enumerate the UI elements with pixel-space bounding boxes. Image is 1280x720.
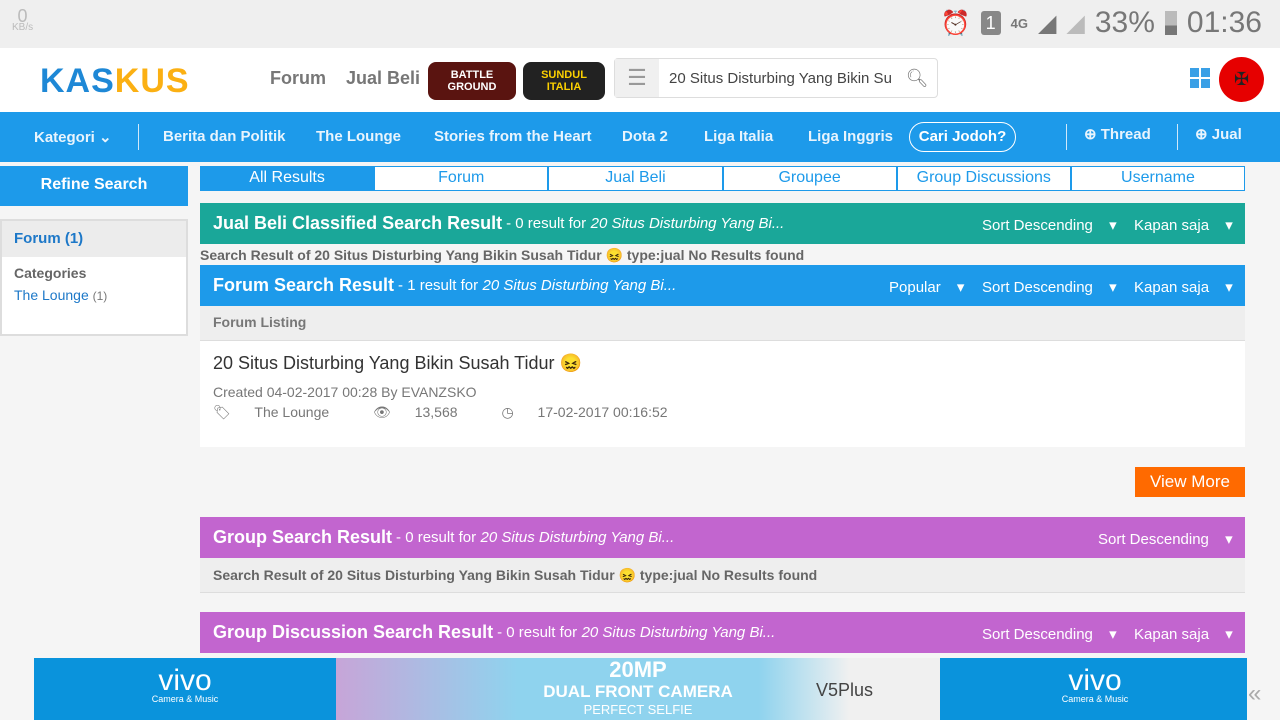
advertisement-banner[interactable]: vivo Camera & Music 20MP DUAL FRONT CAMER… xyxy=(34,658,1247,720)
forum-result-header: Forum Search Result - 1 result for 20 Sit… xyxy=(200,265,1245,306)
search-input[interactable] xyxy=(659,69,897,87)
eye-icon: 👁︎ xyxy=(373,404,391,420)
nav-forum[interactable]: Forum xyxy=(270,68,326,89)
tag-icon: 🏷︎ xyxy=(213,404,231,420)
kaskus-logo[interactable]: KASKUS xyxy=(40,62,190,101)
apps-grid-icon[interactable] xyxy=(1190,68,1210,88)
signal-icon: ◢ xyxy=(1037,9,1057,37)
collapse-ad-icon[interactable]: « xyxy=(1248,680,1261,708)
sort-dropdown[interactable]: Sort Descending xyxy=(982,216,1117,234)
avatar[interactable]: ✠ xyxy=(1219,57,1264,102)
sort-dropdown[interactable]: Sort Descending xyxy=(982,625,1117,643)
network-speed: 0 KB/s xyxy=(12,6,34,33)
sort-dropdown[interactable]: Sort Descending xyxy=(1098,530,1233,548)
nav-item[interactable]: Liga Italia xyxy=(704,128,773,145)
category-link[interactable]: The Lounge (1) xyxy=(2,281,186,309)
thread-last-post: ◷ 17-02-2017 00:16:52 xyxy=(501,404,668,420)
thread-title-link[interactable]: 20 Situs Disturbing Yang Bikin Susah Tid… xyxy=(213,353,1232,374)
group-discussion-result-header: Group Discussion Search Result - 0 result… xyxy=(200,612,1245,653)
signal-icon-2: ◢ xyxy=(1066,9,1085,37)
jual-beli-result-header: Jual Beli Classified Search Result - 0 re… xyxy=(200,203,1245,244)
forum-listing-label: Forum Listing xyxy=(200,306,1245,341)
nav-item[interactable]: Liga Inggris xyxy=(808,128,893,145)
result-tabs: All Results Forum Jual Beli Groupee Grou… xyxy=(200,166,1246,191)
thread-category[interactable]: 🏷︎ The Lounge xyxy=(213,404,349,420)
tab-jual-beli[interactable]: Jual Beli xyxy=(548,166,723,191)
no-results-text: Search Result of 20 Situs Disturbing Yan… xyxy=(200,558,1245,593)
network-type: 4G xyxy=(1010,15,1028,31)
status-bar: 0 KB/s ⏰ 1 4G ◢ ◢ 33% 01:36 xyxy=(0,0,1280,48)
tab-username[interactable]: Username xyxy=(1070,166,1246,191)
view-more-button[interactable]: View More xyxy=(1135,467,1245,497)
thread-views: 👁︎ 13,568 xyxy=(373,404,458,420)
refine-search-button[interactable]: Refine Search xyxy=(0,166,188,206)
clock: 01:36 xyxy=(1186,6,1262,39)
kategori-dropdown[interactable]: Kategori ⌄ xyxy=(34,128,112,146)
nav-item[interactable]: The Lounge xyxy=(316,128,401,145)
sundul-italia-badge[interactable]: SUNDUL ITALIA xyxy=(523,62,605,100)
tab-groupee[interactable]: Groupee xyxy=(722,166,897,191)
tab-all-results[interactable]: All Results xyxy=(200,166,375,191)
cari-jodoh-button[interactable]: Cari Jodoh? xyxy=(909,122,1016,152)
header: KASKUS Forum Jual Beli BATTLE GROUND SUN… xyxy=(0,48,1280,112)
sim-icon: 1 xyxy=(980,11,1001,35)
tab-group-discussions[interactable]: Group Discussions xyxy=(896,166,1071,191)
nav-item[interactable]: Berita dan Politik xyxy=(163,128,286,145)
battleground-badge[interactable]: BATTLE GROUND xyxy=(428,62,516,100)
sidebar: Refine Search Forum (1) Categories The L… xyxy=(0,166,188,336)
time-dropdown[interactable]: Kapan saja xyxy=(1134,278,1233,296)
search-bar: ☰ 🔍︎ xyxy=(614,58,938,98)
filter-forum[interactable]: Forum (1) xyxy=(2,221,186,257)
time-dropdown[interactable]: Kapan saja xyxy=(1134,216,1233,234)
new-jual-button[interactable]: ⊕ Jual xyxy=(1195,125,1242,143)
menu-icon[interactable]: ☰ xyxy=(615,59,659,97)
search-icon[interactable]: 🔍︎ xyxy=(897,68,937,89)
list-item: 20 Situs Disturbing Yang Bikin Susah Tid… xyxy=(200,341,1245,447)
categories-label: Categories xyxy=(14,265,87,281)
new-thread-button[interactable]: ⊕ Thread xyxy=(1084,125,1151,143)
battery-percent: 33% xyxy=(1094,6,1155,39)
tab-forum[interactable]: Forum xyxy=(374,166,549,191)
nav-jual-beli[interactable]: Jual Beli xyxy=(346,68,420,89)
alarm-icon: ⏰ xyxy=(940,9,971,37)
battery-icon xyxy=(1164,11,1177,35)
group-result-header: Group Search Result - 0 result for 20 Sit… xyxy=(200,517,1245,558)
nav-item[interactable]: Dota 2 xyxy=(622,128,668,145)
no-results-text: Search Result of 20 Situs Disturbing Yan… xyxy=(200,247,805,263)
time-dropdown[interactable]: Kapan saja xyxy=(1134,625,1233,643)
thread-created: Created 04-02-2017 00:28 By EVANZSKO xyxy=(213,384,477,400)
popular-dropdown[interactable]: Popular xyxy=(889,278,964,296)
category-nav: Kategori ⌄ Berita dan Politik The Lounge… xyxy=(0,112,1280,162)
clock-icon: ◷ xyxy=(501,404,514,420)
nav-item[interactable]: Stories from the Heart xyxy=(434,128,592,145)
sort-dropdown[interactable]: Sort Descending xyxy=(982,278,1117,296)
